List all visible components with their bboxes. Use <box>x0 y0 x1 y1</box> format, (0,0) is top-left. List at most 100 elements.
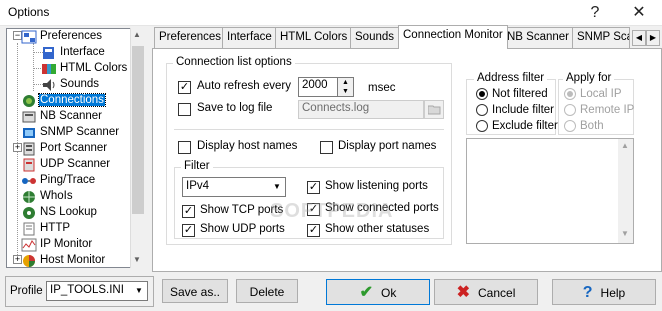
tab-sounds[interactable]: Sounds <box>350 27 400 48</box>
title-bar: Options ? ✕ <box>0 0 662 26</box>
show-udp-label: Show UDP ports <box>200 223 285 235</box>
close-button[interactable]: ✕ <box>616 0 662 26</box>
tree-item-port-scanner[interactable]: Port Scanner <box>21 141 108 156</box>
cancel-button[interactable]: ✖ Cancel <box>434 279 538 305</box>
tree-item-label: NS Lookup <box>40 206 97 218</box>
display-port-names-checkbox[interactable] <box>320 141 333 154</box>
both-radio[interactable] <box>564 120 576 132</box>
tree-item-label: Ping/Trace <box>40 174 96 186</box>
tree-item-sounds[interactable]: Sounds <box>41 77 100 92</box>
preferences-icon <box>21 30 37 44</box>
save-to-log-label: Save to log file <box>197 102 273 114</box>
checkmark-icon: ✔ <box>359 283 374 301</box>
spin-up-icon[interactable]: ▲ <box>342 79 349 86</box>
port-scanner-icon <box>21 142 37 156</box>
tree-item-host-monitor[interactable]: Host Monitor <box>21 253 106 268</box>
tree-scrollbar-thumb[interactable] <box>132 46 144 214</box>
tab-scroll-right-icon[interactable]: ▶ <box>646 30 660 46</box>
profile-select-value: IP_TOOLS.INI <box>50 284 124 296</box>
udp-scanner-icon <box>21 158 37 172</box>
save-to-log-checkbox[interactable] <box>178 103 191 116</box>
options-tree[interactable]: − + + Preferences Interface HTML Colors … <box>6 28 146 268</box>
scroll-down-icon[interactable]: ▼ <box>621 229 629 238</box>
auto-refresh-label: Auto refresh every <box>197 80 291 92</box>
show-tcp-checkbox[interactable]: ✓ <box>182 205 195 218</box>
tree-item-ip-monitor[interactable]: IP Monitor <box>21 237 93 252</box>
connections-icon <box>21 94 37 108</box>
host-monitor-icon <box>21 254 37 268</box>
remote-ip-radio[interactable] <box>564 104 576 116</box>
tree-item-label: SNMP Scanner <box>40 126 120 138</box>
address-list-scrollbar[interactable]: ▲ ▼ <box>618 139 633 243</box>
scroll-up-icon[interactable]: ▲ <box>133 30 141 39</box>
tab-connection-monitor[interactable]: Connection Monitor <box>398 25 508 49</box>
exclude-filter-radio[interactable] <box>476 120 488 132</box>
display-host-names-checkbox[interactable] <box>178 141 191 154</box>
not-filtered-label: Not filtered <box>492 88 548 100</box>
browse-log-button[interactable] <box>424 100 444 119</box>
tree-item-connections[interactable]: Connections <box>21 93 106 108</box>
cancel-x-icon: ✖ <box>456 283 471 301</box>
window-title: Options <box>8 5 50 19</box>
include-filter-label: Include filter <box>492 104 555 116</box>
help-button[interactable]: ? Help <box>552 279 656 305</box>
tree-item-label: UDP Scanner <box>40 158 111 170</box>
not-filtered-radio[interactable] <box>476 88 488 100</box>
tab-preferences[interactable]: Preferences <box>154 27 227 48</box>
ok-button[interactable]: ✔ Ok <box>326 279 430 305</box>
refresh-interval-input[interactable]: 2000 <box>298 77 338 97</box>
log-file-input[interactable]: Connects.log <box>298 100 424 119</box>
help-title-button[interactable]: ? <box>572 0 618 26</box>
tab-scroll-left-icon[interactable]: ◀ <box>632 30 646 46</box>
tree-item-label: Preferences <box>40 30 103 42</box>
save-as-button[interactable]: Save as.. <box>162 279 228 303</box>
tree-item-label: NB Scanner <box>40 110 103 122</box>
watermark: SOFTPEDIA <box>270 200 394 222</box>
scroll-up-icon[interactable]: ▲ <box>621 141 629 150</box>
tree-item-label: Connections <box>38 93 106 107</box>
display-port-names-label: Display port names <box>338 140 437 152</box>
tree-item-udp-scanner[interactable]: UDP Scanner <box>21 157 111 172</box>
refresh-interval-spinner[interactable]: ▲ ▼ <box>337 77 354 97</box>
ok-label: Ok <box>381 285 397 300</box>
connection-list-title: Connection list options <box>173 56 295 68</box>
address-filter-list[interactable] <box>466 138 634 244</box>
auto-refresh-checkbox[interactable]: ✓ <box>178 81 191 94</box>
whois-icon <box>21 190 37 204</box>
tree-item-html-colors[interactable]: HTML Colors <box>41 61 128 76</box>
tree-item-interface[interactable]: Interface <box>41 45 106 60</box>
save-as-label: Save as.. <box>169 284 221 299</box>
sounds-icon <box>41 78 57 92</box>
show-listening-checkbox[interactable]: ✓ <box>307 181 320 194</box>
spin-down-icon[interactable]: ▼ <box>342 88 349 95</box>
tree-item-http[interactable]: HTTP <box>21 221 71 236</box>
tab-snmp-scanner[interactable]: SNMP Sca <box>572 27 630 48</box>
profile-select[interactable]: IP_TOOLS.INI ▼ <box>46 281 148 301</box>
tree-item-preferences[interactable]: Preferences <box>21 29 103 44</box>
show-other-checkbox[interactable]: ✓ <box>307 224 320 237</box>
tab-interface[interactable]: Interface <box>222 27 277 48</box>
show-udp-checkbox[interactable]: ✓ <box>182 224 195 237</box>
tab-html-colors[interactable]: HTML Colors <box>275 27 353 48</box>
tree-item-label: Sounds <box>60 78 100 90</box>
ping-trace-icon <box>21 174 37 188</box>
local-ip-radio[interactable] <box>564 88 576 100</box>
tree-item-nb-scanner[interactable]: NB Scanner <box>21 109 103 124</box>
tab-nb-scanner[interactable]: NB Scanner <box>502 27 575 48</box>
tree-item-label: HTML Colors <box>60 62 128 74</box>
tree-item-whois[interactable]: WhoIs <box>21 189 74 204</box>
protocol-select[interactable]: IPv4 ▼ <box>182 177 286 197</box>
delete-label: Delete <box>249 284 285 299</box>
scroll-down-icon[interactable]: ▼ <box>133 255 141 264</box>
tree-item-label: HTTP <box>40 222 71 234</box>
include-filter-radio[interactable] <box>476 104 488 116</box>
delete-button[interactable]: Delete <box>236 279 298 303</box>
tree-item-snmp-scanner[interactable]: SNMP Scanner <box>21 125 120 140</box>
tree-item-ns-lookup[interactable]: NS Lookup <box>21 205 98 220</box>
msec-label: msec <box>368 82 396 94</box>
filter-title: Filter <box>181 160 213 172</box>
snmp-scanner-icon <box>21 126 37 140</box>
chevron-down-icon[interactable]: ▼ <box>269 178 285 196</box>
chevron-down-icon[interactable]: ▼ <box>131 282 147 300</box>
tree-item-ping-trace[interactable]: Ping/Trace <box>21 173 96 188</box>
